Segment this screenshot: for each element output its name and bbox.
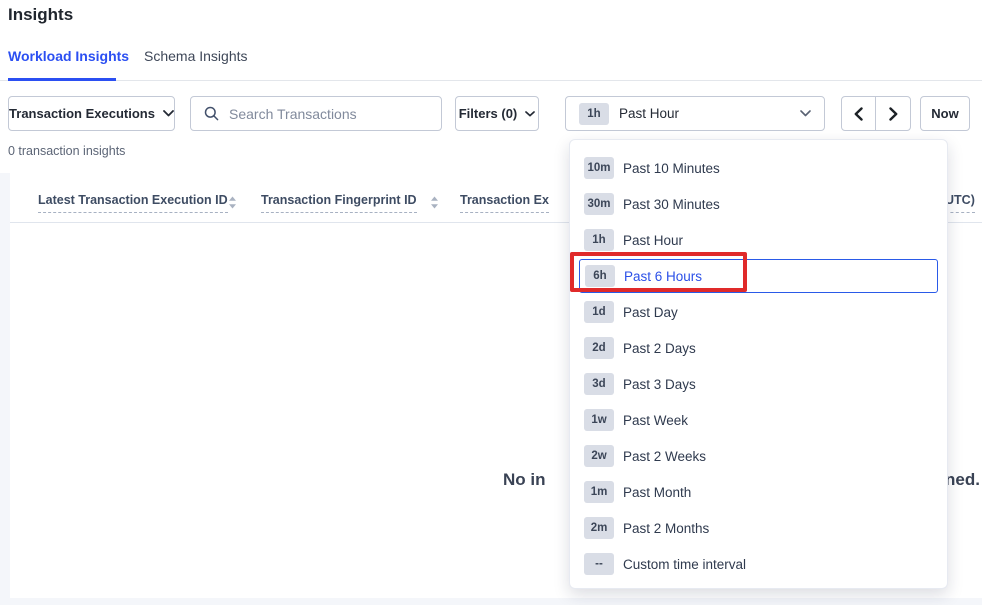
- time-option-past-10-minutes[interactable]: 10m Past 10 Minutes: [570, 150, 947, 186]
- time-option-past-6-hours[interactable]: 6h Past 6 Hours: [579, 259, 938, 293]
- sort-icon[interactable]: [430, 196, 439, 209]
- time-option-custom-interval[interactable]: -- Custom time interval: [570, 546, 947, 582]
- time-range-select[interactable]: 1h Past Hour: [565, 96, 825, 131]
- time-option-badge: 1h: [584, 229, 614, 251]
- search-box[interactable]: [190, 96, 442, 131]
- chevron-down-icon: [163, 110, 174, 117]
- time-option-past-day[interactable]: 1d Past Day: [570, 294, 947, 330]
- search-input[interactable]: [229, 106, 428, 122]
- time-option-past-week[interactable]: 1w Past Week: [570, 402, 947, 438]
- previous-time-button[interactable]: [842, 97, 876, 130]
- chevron-right-icon: [889, 107, 898, 121]
- tab-workload-insights[interactable]: Workload Insights: [8, 48, 129, 64]
- time-option-badge: --: [584, 553, 614, 575]
- column-header-transaction-fingerprint-id[interactable]: Transaction Fingerprint ID: [261, 193, 417, 213]
- chevron-down-icon: [525, 111, 535, 117]
- chevron-down-icon: [800, 110, 811, 117]
- time-option-past-hour[interactable]: 1h Past Hour: [570, 222, 947, 258]
- chevron-left-icon: [854, 107, 863, 121]
- column-header-transaction-execution-truncated[interactable]: Transaction Ex: [460, 193, 549, 213]
- next-time-button[interactable]: [876, 97, 910, 130]
- time-range-label: Past Hour: [619, 106, 790, 121]
- now-button[interactable]: Now: [920, 96, 970, 131]
- empty-state-text-right: ned.: [945, 470, 980, 490]
- active-tab-underline: [8, 78, 116, 81]
- time-option-badge: 2m: [584, 517, 614, 539]
- time-option-badge: 30m: [584, 193, 614, 215]
- time-range-dropdown: 10m Past 10 Minutes 30m Past 30 Minutes …: [569, 139, 948, 589]
- time-option-badge: 2w: [584, 445, 614, 467]
- time-option-past-2-months[interactable]: 2m Past 2 Months: [570, 510, 947, 546]
- search-icon: [204, 106, 219, 121]
- time-option-badge: 3d: [584, 373, 614, 395]
- time-option-badge: 6h: [585, 265, 615, 287]
- time-option-past-30-minutes[interactable]: 30m Past 30 Minutes: [570, 186, 947, 222]
- filters-button-label: Filters (0): [459, 106, 518, 121]
- time-option-badge: 1w: [584, 409, 614, 431]
- time-option-past-3-days[interactable]: 3d Past 3 Days: [570, 366, 947, 402]
- time-option-past-month[interactable]: 1m Past Month: [570, 474, 947, 510]
- time-range-badge: 1h: [579, 103, 609, 125]
- empty-state-text-left: No in: [503, 470, 546, 490]
- sort-icon[interactable]: [228, 196, 237, 209]
- time-option-past-2-weeks[interactable]: 2w Past 2 Weeks: [570, 438, 947, 474]
- time-pager: [841, 96, 911, 131]
- insights-count-summary: 0 transaction insights: [8, 144, 125, 158]
- time-option-badge: 1m: [584, 481, 614, 503]
- page-title: Insights: [8, 5, 73, 25]
- tab-schema-insights[interactable]: Schema Insights: [144, 48, 248, 64]
- tabs-divider: [0, 80, 982, 81]
- insight-type-select[interactable]: Transaction Executions: [8, 96, 175, 131]
- filters-button[interactable]: Filters (0): [455, 96, 539, 131]
- column-header-utc-truncated[interactable]: UTC): [945, 193, 975, 213]
- time-option-past-2-days[interactable]: 2d Past 2 Days: [570, 330, 947, 366]
- time-option-badge: 1d: [584, 301, 614, 323]
- insight-type-select-label: Transaction Executions: [9, 106, 155, 121]
- column-header-latest-transaction-execution-id[interactable]: Latest Transaction Execution ID: [38, 193, 228, 213]
- time-option-badge: 2d: [584, 337, 614, 359]
- time-option-badge: 10m: [584, 157, 614, 179]
